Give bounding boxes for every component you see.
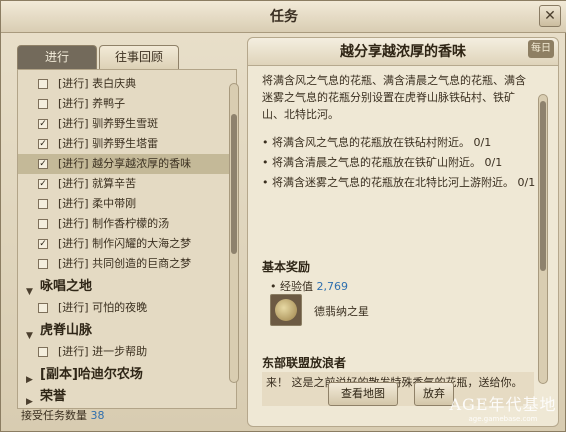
- watermark-text: AGE年代基地: [449, 395, 557, 414]
- accept-count-label: 接受任务数量: [21, 409, 87, 422]
- objective-item: • 将满含清晨之气息的花瓶放在铁矿山附近。 0/1: [262, 154, 534, 174]
- reward-item-slot[interactable]: [270, 294, 302, 326]
- accepted-quest-count: 接受任务数量 38: [21, 407, 105, 423]
- quest-group-header[interactable]: ▼ 咏唱之地: [18, 276, 232, 298]
- quest-group-header[interactable]: ▼ 虎脊山脉: [18, 320, 232, 342]
- quest-row[interactable]: [进行] 养鸭子: [18, 94, 232, 114]
- quest-label: [进行] 制作闪耀的大海之梦: [58, 237, 192, 250]
- quest-objectives: • 将满含风之气息的花瓶放在铁砧村附近。 0/1 • 将满含清晨之气息的花瓶放在…: [262, 134, 536, 194]
- quest-checkbox[interactable]: [38, 259, 48, 269]
- reward-item-name: 德翡纳之星: [314, 305, 369, 318]
- accept-count-value: 38: [90, 409, 105, 422]
- quest-list-panel: 进行 往事回顾 [进行] 表白庆典 [进行] 养鸭子 ✓ [进行] 驯养野生雪斑…: [9, 37, 243, 427]
- quest-checkbox[interactable]: [38, 303, 48, 313]
- quest-row-selected[interactable]: ✓ [进行] 越分享越浓厚的香味: [18, 154, 232, 174]
- watermark-url: age.gamebase.com: [468, 415, 538, 423]
- bullet-icon: •: [262, 136, 269, 149]
- window-title: 任务: [270, 9, 298, 25]
- quest-row[interactable]: [进行] 可怕的夜晚: [18, 298, 232, 318]
- quest-label: [进行] 共同创造的巨商之梦: [58, 257, 192, 270]
- quest-list: [进行] 表白庆典 [进行] 养鸭子 ✓ [进行] 驯养野生雪斑 ✓ [进行] …: [17, 69, 237, 409]
- quest-detail-content: 将满含风之气息的花瓶、满含清晨之气息的花瓶、满含迷雾之气息的花瓶分别设置在虎脊山…: [262, 72, 536, 422]
- tab-in-progress[interactable]: 进行: [17, 45, 97, 69]
- exp-label: 经验值: [280, 280, 313, 293]
- quest-label: [进行] 养鸭子: [58, 97, 126, 110]
- quest-row[interactable]: [进行] 柔中带刚: [18, 194, 232, 214]
- quest-checkbox[interactable]: [38, 219, 48, 229]
- quest-row[interactable]: ✓ [进行] 驯养野生塔雷: [18, 134, 232, 154]
- scrollbar-thumb[interactable]: [231, 114, 237, 254]
- quest-label: [进行] 就算辛苦: [58, 177, 137, 190]
- quest-label: [进行] 制作香柠檬的汤: [58, 217, 170, 230]
- group-label: 荣誉: [40, 389, 67, 404]
- group-label: [副本]哈迪尔农场: [40, 367, 143, 382]
- npc-name: 东部联盟放浪者: [262, 356, 347, 370]
- quest-row[interactable]: ✓ [进行] 驯养野生雪斑: [18, 114, 232, 134]
- quest-label: [进行] 柔中带刚: [58, 197, 137, 210]
- daily-badge: 每日: [528, 40, 554, 58]
- quest-label: [进行] 进一步帮助: [58, 345, 148, 358]
- objective-item: • 将满含风之气息的花瓶放在铁砧村附近。 0/1: [262, 134, 534, 154]
- quest-row[interactable]: [进行] 制作香柠檬的汤: [18, 214, 232, 234]
- objective-text: 将满含清晨之气息的花瓶放在铁矿山附近。 0/1: [272, 156, 503, 169]
- bullet-icon: •: [262, 156, 269, 169]
- objective-item: • 将满含迷雾之气息的花瓶放在北特比河上游附近。 0/1: [262, 174, 536, 194]
- quest-row[interactable]: [进行] 共同创造的巨商之梦: [18, 254, 232, 274]
- objective-text: 将满含迷雾之气息的花瓶放在北特比河上游附近。 0/1: [272, 176, 536, 189]
- quest-label: [进行] 越分享越浓厚的香味: [58, 157, 192, 170]
- view-map-button[interactable]: 查看地图: [328, 382, 398, 406]
- quest-row[interactable]: [进行] 进一步帮助: [18, 342, 232, 362]
- quest-title: 越分享越浓厚的香味: [340, 44, 466, 60]
- exp-value: 2,769: [316, 280, 349, 293]
- star-coin-icon: [275, 299, 297, 321]
- quest-checkbox[interactable]: ✓: [38, 179, 48, 189]
- quest-window: 任务 ✕ 进行 往事回顾 [进行] 表白庆典 [进行] 养鸭子 ✓ [进行] 驯…: [0, 0, 566, 432]
- tab-history[interactable]: 往事回顾: [99, 45, 179, 69]
- reward-header: 基本奖励: [262, 260, 311, 274]
- quest-list-scrollbar[interactable]: [229, 83, 239, 383]
- quest-label: [进行] 驯养野生塔雷: [58, 137, 159, 150]
- quest-row[interactable]: ✓ [进行] 制作闪耀的大海之梦: [18, 234, 232, 254]
- quest-checkbox[interactable]: ✓: [38, 119, 48, 129]
- quest-checkbox[interactable]: ✓: [38, 239, 48, 249]
- quest-checkbox[interactable]: ✓: [38, 159, 48, 169]
- quest-group-header[interactable]: ▶ 荣誉: [18, 386, 232, 408]
- group-label: 咏唱之地: [40, 279, 93, 294]
- quest-checkbox[interactable]: [38, 99, 48, 109]
- bullet-icon: •: [270, 280, 277, 293]
- close-icon[interactable]: ✕: [539, 5, 561, 27]
- quest-checkbox[interactable]: ✓: [38, 139, 48, 149]
- quest-detail-header: 越分享越浓厚的香味 每日: [248, 38, 558, 66]
- bullet-icon: •: [262, 176, 269, 189]
- quest-label: [进行] 可怕的夜晚: [58, 301, 148, 314]
- quest-row[interactable]: [进行] 表白庆典: [18, 74, 232, 94]
- group-label: 虎脊山脉: [40, 323, 93, 338]
- quest-detail-scrollbar[interactable]: [538, 94, 548, 384]
- quest-label: [进行] 表白庆典: [58, 77, 137, 90]
- quest-description: 将满含风之气息的花瓶、满含清晨之气息的花瓶、满含迷雾之气息的花瓶分别设置在虎脊山…: [262, 74, 526, 121]
- watermark-logo: AGE年代基地 age.gamebase.com: [447, 391, 559, 427]
- quest-group-header[interactable]: ▶ [副本]哈迪尔农场: [18, 364, 232, 386]
- quest-checkbox[interactable]: [38, 347, 48, 357]
- objective-text: 将满含风之气息的花瓶放在铁砧村附近。 0/1: [272, 136, 492, 149]
- quest-detail-panel: 越分享越浓厚的香味 每日 将满含风之气息的花瓶、满含清晨之气息的花瓶、满含迷雾之…: [247, 37, 559, 427]
- quest-row[interactable]: ✓ [进行] 就算辛苦: [18, 174, 232, 194]
- quest-label: [进行] 驯养野生雪斑: [58, 117, 159, 130]
- title-bar[interactable]: 任务 ✕: [1, 1, 566, 33]
- quest-checkbox[interactable]: [38, 79, 48, 89]
- quest-checkbox[interactable]: [38, 199, 48, 209]
- exp-reward: • 经验值 2,769: [270, 278, 348, 294]
- scrollbar-thumb[interactable]: [540, 101, 546, 271]
